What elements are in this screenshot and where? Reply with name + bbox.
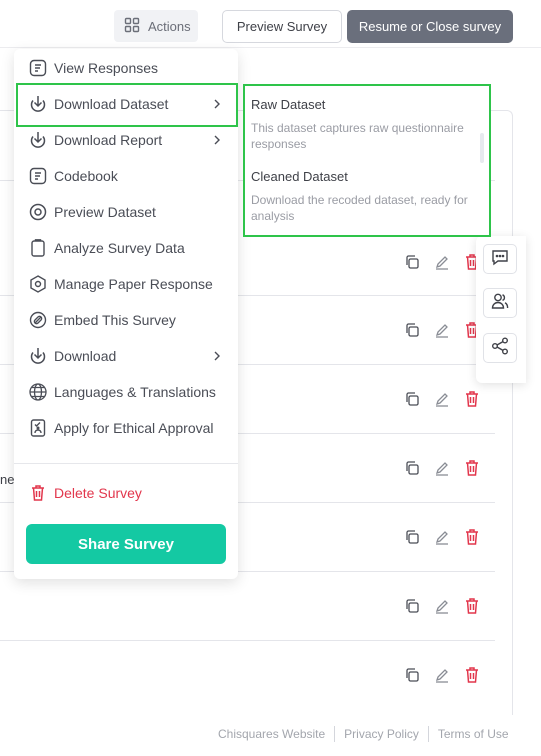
menu-item-download[interactable]: Download [28, 342, 238, 370]
menu-item-label: Analyze Survey Data [54, 240, 185, 256]
copy-icon[interactable] [402, 389, 422, 409]
submenu-item-description: This dataset captures raw questionnaire … [251, 121, 464, 151]
menu-item-codebook[interactable]: Codebook [28, 162, 238, 190]
collaborators-button[interactable] [483, 288, 517, 318]
edit-icon[interactable] [432, 320, 452, 340]
download-icon [28, 346, 48, 366]
edit-icon[interactable] [432, 252, 452, 272]
edit-icon[interactable] [432, 665, 452, 685]
grid-icon [124, 17, 140, 36]
trash-icon [28, 483, 48, 503]
submenu-item-title: Cleaned Dataset [251, 169, 348, 184]
copy-icon[interactable] [402, 458, 422, 478]
table-row-actions [402, 457, 482, 479]
table-row-actions [402, 595, 482, 617]
highlight-download-dataset [16, 83, 238, 127]
edit-icon[interactable] [432, 527, 452, 547]
edit-icon[interactable] [432, 596, 452, 616]
table-row-divider [0, 640, 495, 641]
table-row-actions [402, 664, 482, 686]
globe-icon [28, 382, 48, 402]
table-row-actions [402, 526, 482, 548]
download-dataset-submenu: Raw Dataset This dataset captures raw qu… [243, 84, 491, 237]
submenu-item-title: Raw Dataset [251, 97, 326, 112]
footer-link-website[interactable]: Chisquares Website [218, 727, 325, 741]
trash-icon[interactable] [462, 458, 482, 478]
footer-link-terms[interactable]: Terms of Use [438, 727, 509, 741]
submenu-item-raw-dataset[interactable]: Raw Dataset This dataset captures raw qu… [246, 87, 482, 157]
share-link-button[interactable] [483, 333, 517, 363]
edit-icon[interactable] [432, 389, 452, 409]
actions-dropdown-menu: View Responses Download Dataset Download… [14, 49, 238, 579]
submenu-scrollbar[interactable] [480, 133, 484, 163]
submenu-item-cleaned-dataset[interactable]: Cleaned Dataset Download the recoded dat… [246, 159, 482, 229]
menu-item-label: Download Report [54, 132, 163, 148]
clipboard-icon [28, 238, 48, 258]
footer: Chisquares Website Privacy Policy Terms … [218, 724, 509, 744]
share-icon [490, 336, 510, 361]
menu-item-label: Codebook [54, 168, 118, 184]
footer-link-privacy[interactable]: Privacy Policy [344, 727, 419, 741]
table-row-actions [402, 388, 482, 410]
menu-item-delete-survey[interactable]: Delete Survey [28, 479, 238, 507]
submenu-list: Raw Dataset This dataset captures raw qu… [246, 87, 486, 231]
approval-icon [28, 418, 48, 438]
resume-or-close-survey-button[interactable]: Resume or Close survey [347, 10, 513, 43]
menu-item-preview-dataset[interactable]: Preview Dataset [28, 198, 238, 226]
trash-icon[interactable] [462, 665, 482, 685]
menu-item-label: Manage Paper Response [54, 276, 213, 292]
menu-item-embed-this-survey[interactable]: Embed This Survey [28, 306, 238, 334]
menu-item-label: Embed This Survey [54, 312, 176, 328]
embed-icon [28, 310, 48, 330]
menu-item-label: Download [54, 348, 117, 364]
trash-icon[interactable] [462, 527, 482, 547]
hexagon-icon [28, 274, 48, 294]
footer-separator [427, 726, 429, 742]
trash-icon[interactable] [462, 389, 482, 409]
download-icon [28, 130, 48, 150]
users-icon [490, 291, 510, 316]
menu-divider [14, 463, 238, 464]
preview-survey-button[interactable]: Preview Survey [222, 10, 342, 43]
footer-separator [334, 726, 336, 742]
top-toolbar: Actions Preview Survey Resume or Close s… [0, 0, 541, 48]
menu-item-label: View Responses [54, 60, 159, 76]
edit-icon[interactable] [432, 458, 452, 478]
share-survey-button[interactable]: Share Survey [26, 524, 226, 564]
copy-icon[interactable] [402, 665, 422, 685]
menu-item-label: Preview Dataset [54, 204, 156, 220]
copy-icon[interactable] [402, 596, 422, 616]
menu-item-download-report[interactable]: Download Report [28, 126, 238, 154]
codebook-icon [28, 166, 48, 186]
copy-icon[interactable] [402, 252, 422, 272]
menu-item-label: Apply for Ethical Approval [54, 420, 214, 436]
actions-label: Actions [148, 18, 191, 34]
copy-icon[interactable] [402, 320, 422, 340]
chevron-right-icon [210, 349, 224, 363]
submenu-item-description: Download the recoded dataset, ready for … [251, 193, 468, 223]
table-row-actions [402, 319, 482, 341]
comment-button[interactable] [483, 244, 517, 274]
view-responses-icon [28, 58, 48, 78]
menu-item-label: Languages & Translations [54, 384, 216, 400]
eye-icon [28, 202, 48, 222]
side-actions-panel [476, 236, 526, 383]
menu-item-label: Delete Survey [54, 485, 142, 501]
table-row-actions [402, 251, 482, 273]
menu-item-analyze-survey-data[interactable]: Analyze Survey Data [28, 234, 238, 262]
actions-button[interactable]: Actions [114, 10, 198, 42]
menu-item-apply-ethical-approval[interactable]: Apply for Ethical Approval [28, 414, 238, 442]
comment-icon [490, 247, 510, 272]
menu-item-languages-translations[interactable]: Languages & Translations [28, 378, 238, 406]
table-cell-text: ne [0, 472, 15, 487]
copy-icon[interactable] [402, 527, 422, 547]
chevron-right-icon [210, 133, 224, 147]
menu-item-manage-paper-response[interactable]: Manage Paper Response [28, 270, 238, 298]
menu-item-view-responses[interactable]: View Responses [28, 54, 238, 82]
trash-icon[interactable] [462, 596, 482, 616]
